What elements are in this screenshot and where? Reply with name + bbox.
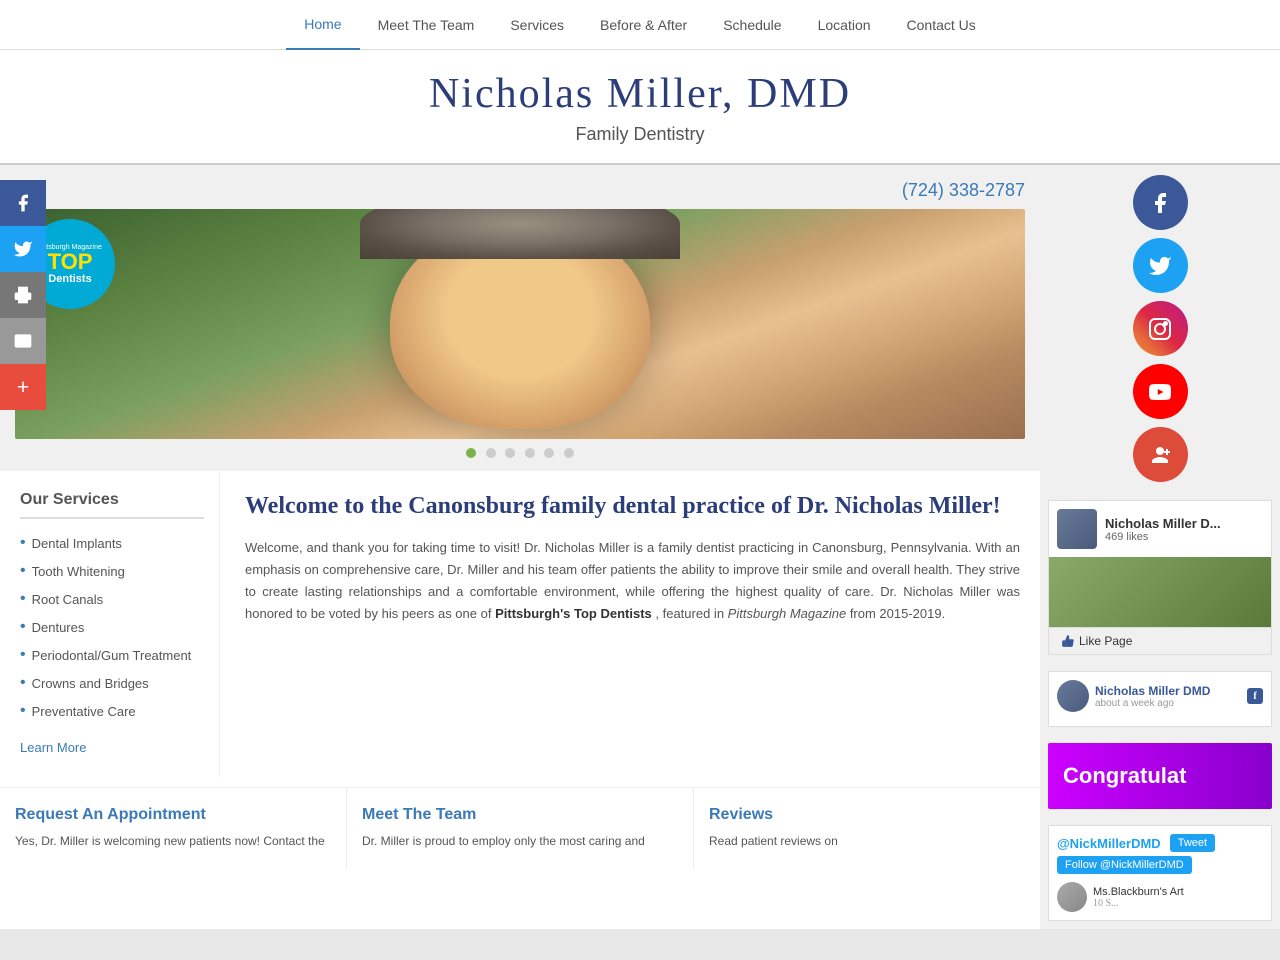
service-item-dentures: Dentures	[20, 613, 204, 641]
twitter-section: @NickMillerDMD Tweet Follow @NickMillerD…	[1048, 825, 1272, 921]
fb-post-avatar	[1057, 680, 1089, 712]
below-hero: Our Services Dental Implants Tooth White…	[0, 471, 1040, 777]
appointment-heading: Request An Appointment	[15, 806, 331, 824]
carousel-dots	[15, 439, 1025, 471]
follow-button[interactable]: Follow @NickMillerDMD	[1057, 856, 1192, 874]
appointment-text: Yes, Dr. Miller is welcoming new patient…	[15, 832, 331, 851]
service-item-preventative: Preventative Care	[20, 697, 204, 725]
badge-top-text: TOP	[48, 251, 93, 273]
services-sidebar: Our Services Dental Implants Tooth White…	[0, 471, 220, 777]
learn-more-link[interactable]: Learn More	[20, 740, 86, 755]
right-googleplus-icon[interactable]	[1133, 427, 1188, 482]
dot-2[interactable]	[486, 448, 496, 458]
fb-page-name: Nicholas Miller D...	[1105, 516, 1221, 531]
twitter-handle: @NickMillerDMD	[1057, 836, 1161, 851]
welcome-body: Welcome, and thank you for taking time t…	[245, 537, 1020, 625]
team-col: Meet The Team Dr. Miller is proud to emp…	[347, 788, 694, 869]
fb-avatar	[1057, 509, 1097, 549]
tweet-button[interactable]: Tweet	[1170, 834, 1215, 852]
pittsburgh-magazine: Pittsburgh Magazine	[728, 606, 847, 621]
twitter-user-avatar	[1057, 882, 1087, 912]
appointment-col: Request An Appointment Yes, Dr. Miller i…	[0, 788, 347, 869]
nav-before-after[interactable]: Before & After	[582, 0, 705, 50]
dot-6[interactable]	[564, 448, 574, 458]
pittsburgh-top-dentists: Pittsburgh's Top Dentists	[495, 606, 652, 621]
dot-3[interactable]	[505, 448, 515, 458]
left-share-btn[interactable]: +	[0, 364, 46, 410]
left-social-bar: +	[0, 180, 46, 410]
dot-1[interactable]	[466, 448, 476, 458]
twitter-user-info: Ms.Blackburn's Art 10 S...	[1093, 886, 1184, 909]
nav-schedule[interactable]: Schedule	[705, 0, 799, 50]
fb-post-time: about a week ago	[1095, 698, 1210, 709]
right-sidebar: Nicholas Miller D... 469 likes Like Page	[1040, 165, 1280, 929]
nav-contact[interactable]: Contact Us	[889, 0, 994, 50]
fb-post-info: Nicholas Miller DMD about a week ago	[1095, 684, 1210, 709]
main-section: (724) 338-2787 Pittsburgh Magazine TOP D…	[0, 165, 1040, 929]
congrats-banner: Congratulat	[1048, 743, 1272, 809]
right-twitter-icon[interactable]	[1133, 238, 1188, 293]
fb-post-author: Nicholas Miller DMD	[1095, 684, 1210, 698]
top-nav: Home Meet The Team Services Before & Aft…	[0, 0, 1280, 50]
hero-image: Pittsburgh Magazine TOP Dentists	[15, 209, 1025, 439]
site-title: Nicholas Miller, DMD	[0, 70, 1280, 118]
fb-cover-photo	[1049, 557, 1271, 627]
welcome-section: Welcome to the Canonsburg family dental …	[220, 471, 1040, 777]
service-item-crowns: Crowns and Bridges	[20, 669, 204, 697]
reviews-text: Read patient reviews on	[709, 832, 1025, 851]
service-item-root-canals: Root Canals	[20, 585, 204, 613]
nav-meet-team[interactable]: Meet The Team	[360, 0, 493, 50]
left-facebook-btn[interactable]	[0, 180, 46, 226]
left-email-btn[interactable]	[0, 318, 46, 364]
twitter-user-name: Ms.Blackburn's Art	[1093, 886, 1184, 898]
nav-location[interactable]: Location	[800, 0, 889, 50]
bottom-three: Request An Appointment Yes, Dr. Miller i…	[0, 787, 1040, 869]
fb-post-icon: f	[1247, 688, 1263, 704]
hero-area: (724) 338-2787 Pittsburgh Magazine TOP D…	[0, 165, 1040, 471]
dot-5[interactable]	[544, 448, 554, 458]
right-social-icons	[1040, 165, 1280, 492]
phone-number: (724) 338-2787	[15, 180, 1025, 201]
main-container: Home Meet The Team Services Before & Aft…	[0, 0, 1280, 929]
fb-post-header: Nicholas Miller DMD about a week ago f	[1057, 680, 1263, 712]
twitter-user-count: 10 S...	[1093, 898, 1184, 909]
team-heading: Meet The Team	[362, 806, 678, 824]
dot-4[interactable]	[525, 448, 535, 458]
site-subtitle: Family Dentistry	[0, 124, 1280, 145]
nav-home[interactable]: Home	[286, 0, 359, 50]
plus-icon: +	[17, 374, 30, 400]
fb-widget-header: Nicholas Miller D... 469 likes	[1049, 501, 1271, 557]
left-twitter-btn[interactable]	[0, 226, 46, 272]
twitter-header: @NickMillerDMD Tweet	[1057, 834, 1263, 852]
service-item-periodontal: Periodontal/Gum Treatment	[20, 641, 204, 669]
fb-widget: Nicholas Miller D... 469 likes Like Page	[1048, 500, 1272, 655]
content-area: (724) 338-2787 Pittsburgh Magazine TOP D…	[0, 165, 1280, 929]
right-facebook-icon[interactable]	[1133, 175, 1188, 230]
reviews-col: Reviews Read patient reviews on	[694, 788, 1040, 869]
congrats-text: Congratulat	[1063, 763, 1186, 788]
welcome-end: from 2015-2019.	[850, 606, 945, 621]
right-youtube-icon[interactable]	[1133, 364, 1188, 419]
nav-services[interactable]: Services	[492, 0, 582, 50]
service-item-implants: Dental Implants	[20, 529, 204, 557]
fb-like-btn-label: Like Page	[1079, 634, 1132, 648]
services-heading: Our Services	[20, 491, 204, 519]
fb-post: Nicholas Miller DMD about a week ago f	[1048, 671, 1272, 727]
fb-avatar-image	[1057, 509, 1097, 549]
badge-dentists: Dentists	[48, 273, 91, 285]
twitter-user-row: Ms.Blackburn's Art 10 S...	[1057, 882, 1263, 912]
left-print-btn[interactable]	[0, 272, 46, 318]
service-item-whitening: Tooth Whitening	[20, 557, 204, 585]
welcome-middle: , featured in	[655, 606, 724, 621]
fb-likes: 469 likes	[1105, 531, 1221, 543]
welcome-heading: Welcome to the Canonsburg family dental …	[245, 491, 1020, 522]
fb-page-info: Nicholas Miller D... 469 likes	[1105, 516, 1221, 543]
site-header: Nicholas Miller, DMD Family Dentistry	[0, 50, 1280, 165]
fb-like-button[interactable]: Like Page	[1049, 627, 1271, 654]
reviews-heading: Reviews	[709, 806, 1025, 824]
right-instagram-icon[interactable]	[1133, 301, 1188, 356]
services-list: Dental Implants Tooth Whitening Root Can…	[20, 529, 204, 725]
team-text: Dr. Miller is proud to employ only the m…	[362, 832, 678, 851]
